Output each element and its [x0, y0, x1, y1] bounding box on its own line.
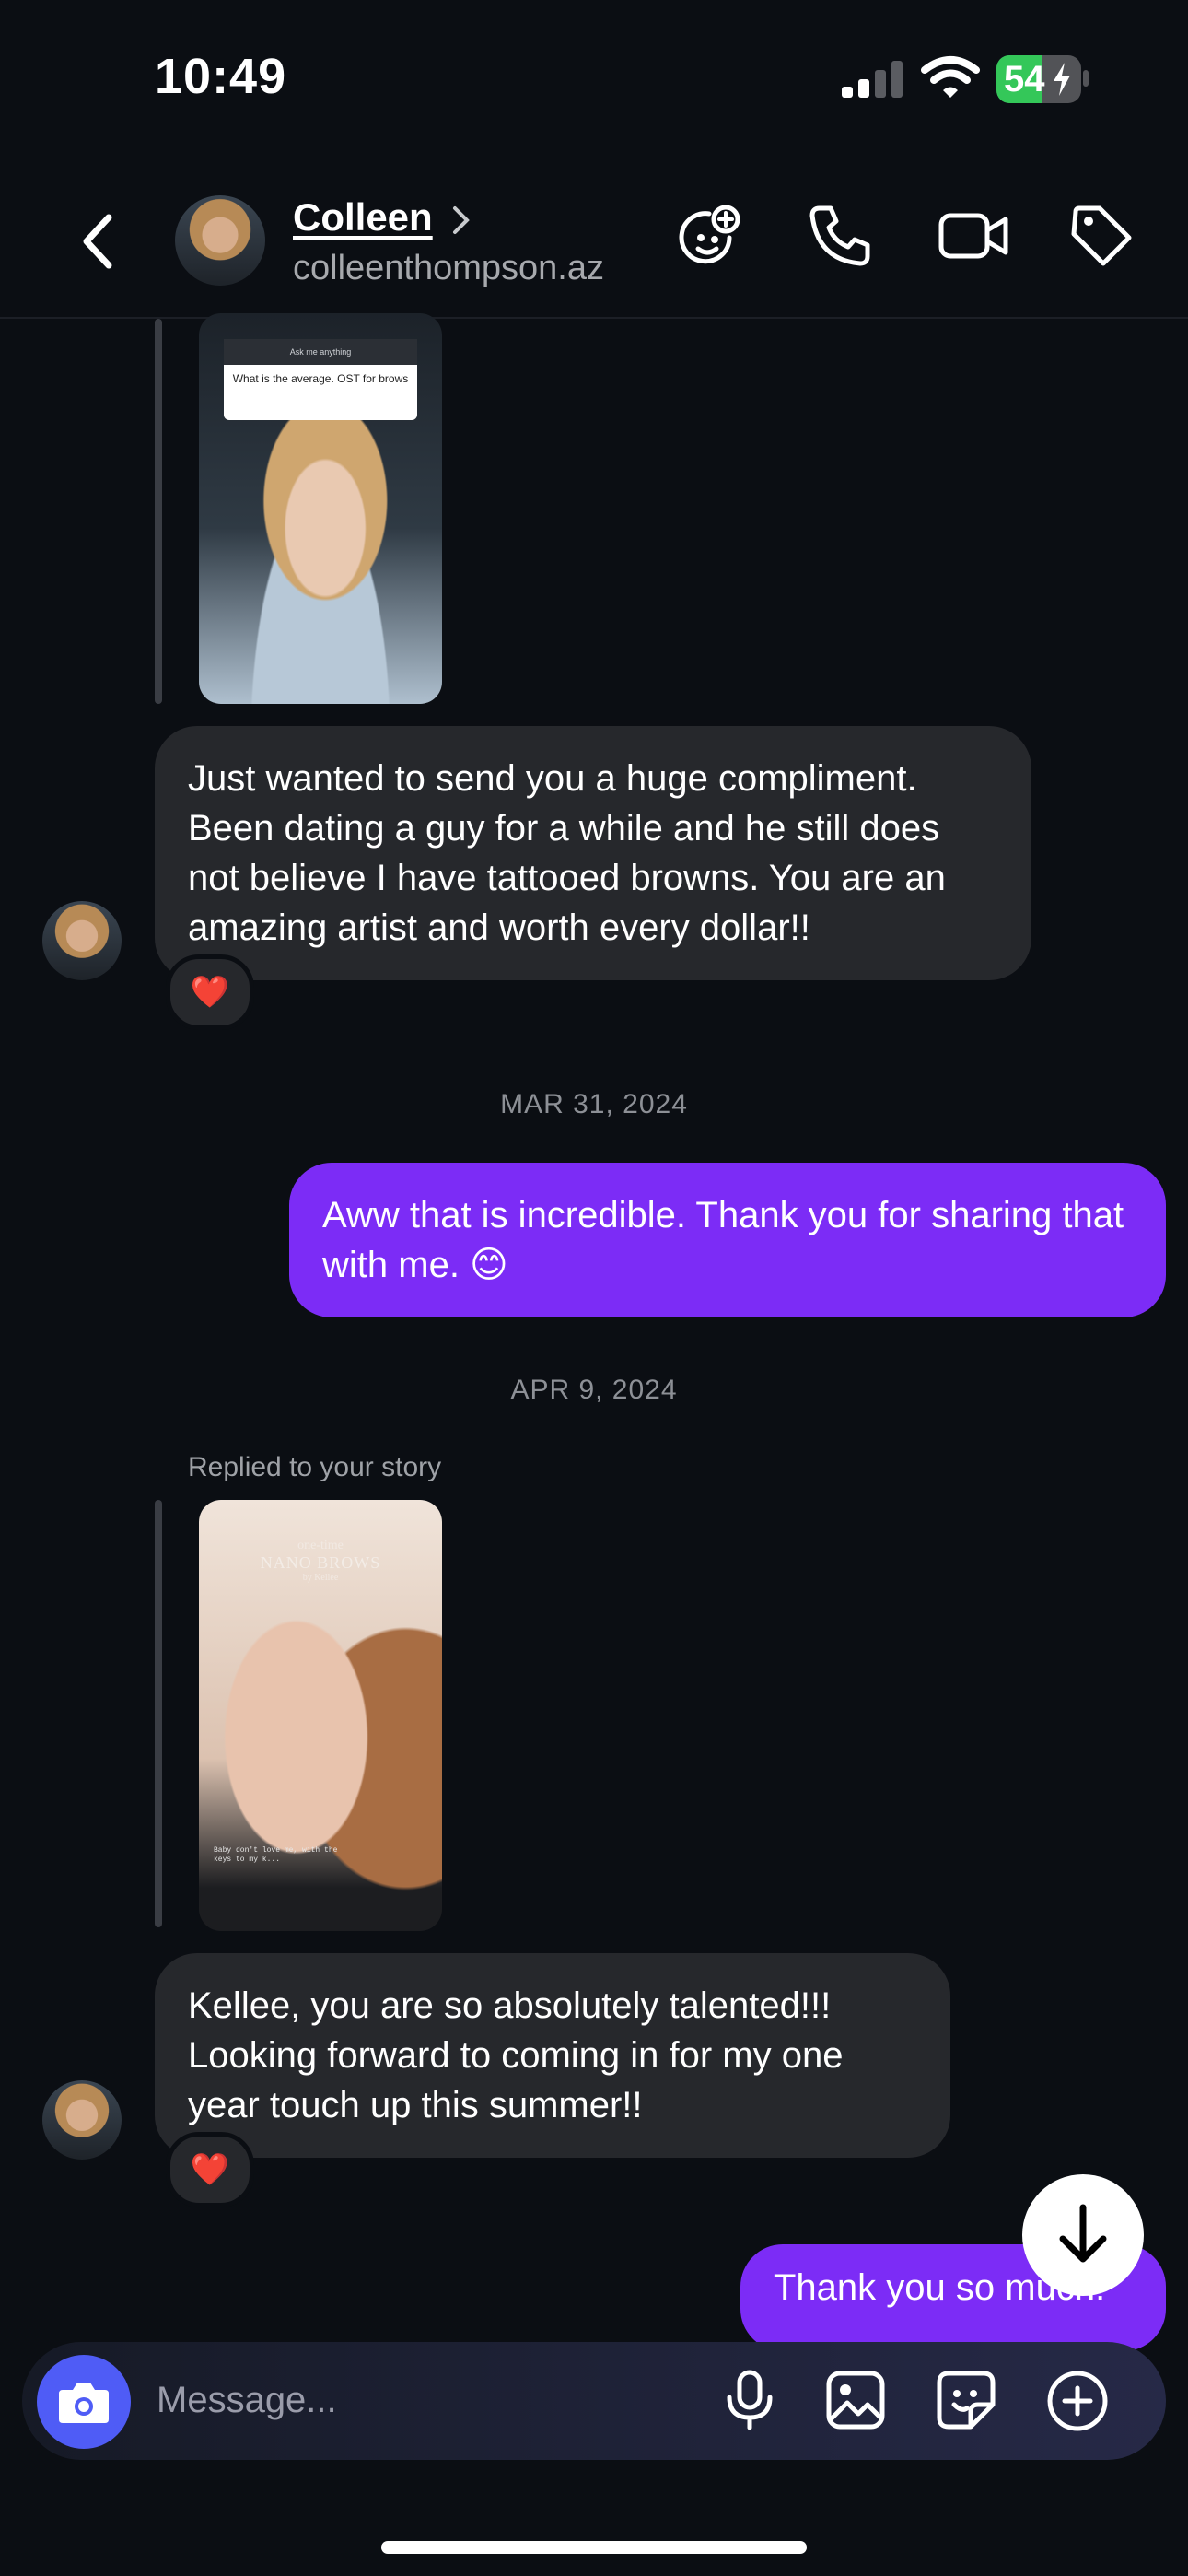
camera-button[interactable] [37, 2355, 131, 2449]
date-separator: APR 9, 2024 [510, 1375, 678, 1405]
battery-level: 54 [1004, 59, 1045, 100]
story-reply-line [155, 319, 162, 704]
sender-avatar[interactable] [42, 901, 122, 980]
sticker-button[interactable] [936, 2370, 996, 2430]
chevron-left-icon [83, 214, 112, 269]
sender-avatar[interactable] [42, 2080, 122, 2160]
gallery-button[interactable] [825, 2370, 886, 2430]
story-caption: one-time NANO BROWS by Kellee [260, 1539, 381, 1583]
arrow-down-icon [1059, 2204, 1107, 2263]
contact-avatar[interactable] [175, 195, 265, 286]
battery-icon: 54 [996, 55, 1081, 103]
story-music-text: Baby don't love me, with the keys to my … [214, 1846, 338, 1864]
audio-call-button[interactable] [807, 203, 873, 269]
sticker-plus-icon [679, 205, 740, 264]
back-button[interactable] [77, 212, 118, 271]
more-options-button[interactable] [1046, 2370, 1109, 2432]
plus-circle-icon [1047, 2371, 1108, 2431]
status-time: 10:49 [155, 49, 287, 104]
image-icon [826, 2371, 885, 2430]
video-call-button[interactable] [938, 203, 1009, 269]
chevron-right-icon[interactable] [451, 205, 472, 236]
wifi-icon [921, 55, 980, 100]
voice-message-button[interactable] [724, 2370, 775, 2430]
add-effect-button[interactable] [674, 203, 744, 273]
story-reply-line [155, 1500, 162, 1927]
home-indicator[interactable] [381, 2541, 807, 2554]
contact-username: colleenthompson.az [293, 249, 604, 287]
phone-icon [809, 205, 870, 266]
battery-cap [1083, 70, 1089, 87]
date-separator: MAR 31, 2024 [500, 1089, 688, 1119]
heart-reaction[interactable]: ❤️ [166, 954, 254, 1030]
story-question-text: What is the average. OST for brows [232, 372, 409, 385]
message-input[interactable] [155, 2371, 693, 2429]
message-bubble-incoming[interactable]: Kellee, you are so absolutely talented!!… [155, 1953, 950, 2158]
tag-icon [1071, 205, 1132, 266]
microphone-icon [727, 2370, 773, 2430]
label-button[interactable] [1068, 203, 1135, 269]
scroll-to-bottom-button[interactable] [1022, 2174, 1144, 2296]
message-bubble-outgoing[interactable]: Aww that is incredible. Thank you for sh… [289, 1163, 1166, 1317]
heart-reaction[interactable]: ❤️ [166, 2132, 254, 2207]
charging-bolt-icon [1054, 63, 1070, 96]
camera-icon [59, 2383, 109, 2423]
sticker-icon [937, 2371, 996, 2430]
cellular-signal-icon [840, 59, 904, 100]
story-question-header: Ask me anything [224, 339, 417, 365]
replied-to-story-label: Replied to your story [188, 1452, 442, 1482]
message-bubble-incoming[interactable]: Just wanted to send you a huge complimen… [155, 726, 1031, 980]
video-camera-icon [938, 213, 1008, 259]
contact-name[interactable]: Colleen [293, 195, 433, 240]
